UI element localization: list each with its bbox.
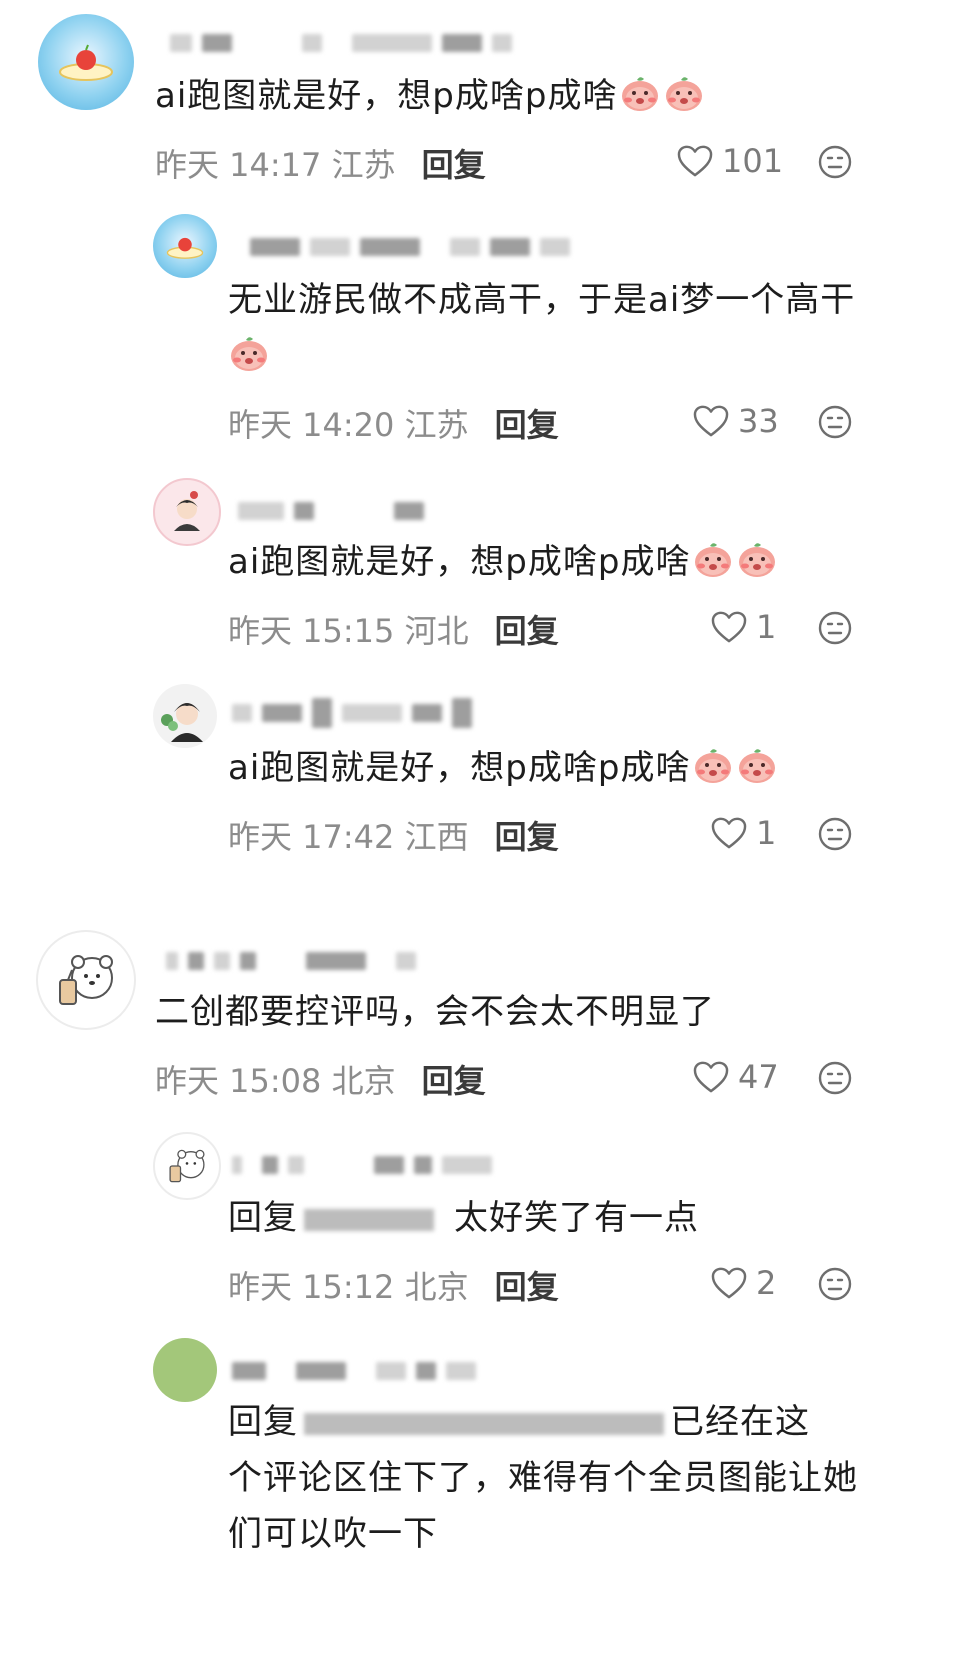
like-button[interactable]: 47 — [692, 1058, 779, 1096]
timestamp-location: 昨天 15:08 北京 — [155, 1062, 396, 1100]
like-count: 2 — [756, 1264, 777, 1302]
timestamp-location: 昨天 14:20 江苏 — [228, 406, 469, 444]
heart-outline-icon — [692, 1060, 730, 1094]
heart-outline-icon — [710, 816, 748, 850]
comment-2: 无业游民做不成高干，于是ai梦一个高干 昨天 14:20 江苏 回复 33 — [0, 200, 960, 460]
peach-mouth-emoji-icon — [663, 73, 705, 113]
reply-prefix: 回复 — [228, 1198, 298, 1238]
heart-outline-icon — [710, 610, 748, 644]
neutral-face-icon[interactable] — [817, 610, 853, 646]
reply-button[interactable]: 回复 — [495, 1262, 559, 1308]
reply-button[interactable]: 回复 — [495, 606, 559, 652]
apple-plate-avatar[interactable] — [153, 214, 217, 278]
peach-mouth-emoji-icon — [736, 745, 778, 785]
comment-text: 二创都要控评吗，会不会太不明显了 — [155, 992, 715, 1032]
comment-7: 回复 已经在这 个评论区住下了，难得有个全员图能让她 们可以吹一下 — [0, 1330, 960, 1659]
like-button[interactable]: 1 — [710, 814, 776, 852]
comment-meta: 昨天 15:08 北京 回复 — [155, 1056, 486, 1102]
comment-text: ai跑图就是好，想p成啥p成啥 — [228, 740, 778, 796]
apple-plate-avatar[interactable] — [38, 14, 134, 110]
comment-text: ai跑图就是好，想p成啥p成啥 — [155, 68, 705, 124]
like-count: 1 — [756, 814, 777, 852]
username-blurred[interactable] — [232, 698, 482, 728]
username-blurred[interactable] — [238, 498, 434, 524]
green-circle-avatar[interactable] — [153, 1338, 217, 1402]
username-blurred[interactable] — [232, 1152, 502, 1178]
timestamp-location: 昨天 15:12 北京 — [228, 1268, 469, 1306]
like-count: 1 — [756, 608, 777, 646]
comment-meta: 昨天 15:15 河北 回复 — [228, 606, 559, 652]
username-blurred[interactable] — [166, 948, 426, 974]
heart-outline-icon — [676, 144, 714, 178]
comment-text: 无业游民做不成高干，于是ai梦一个高干 — [228, 272, 888, 384]
peach-mouth-emoji-icon — [736, 539, 778, 579]
heart-outline-icon — [692, 404, 730, 438]
peach-mouth-emoji-icon — [228, 333, 270, 373]
peach-mouth-emoji-icon — [692, 539, 734, 579]
comment-6: 回复 太好笑了有一点 昨天 15:12 北京 回复 2 — [0, 1126, 960, 1326]
neutral-face-icon[interactable] — [817, 1060, 853, 1096]
anime-boy-avatar[interactable] — [153, 478, 221, 546]
mention-blurred[interactable] — [304, 1412, 664, 1435]
neutral-face-icon[interactable] — [817, 816, 853, 852]
mention-blurred[interactable] — [304, 1208, 434, 1231]
bear-boba-avatar[interactable] — [36, 930, 136, 1030]
neutral-face-icon[interactable] — [817, 1266, 853, 1302]
username-blurred[interactable] — [232, 1358, 486, 1384]
comment-meta: 昨天 17:42 江西 回复 — [228, 812, 559, 858]
like-button[interactable]: 1 — [710, 608, 776, 646]
reply-button[interactable]: 回复 — [495, 812, 559, 858]
reply-button[interactable]: 回复 — [495, 400, 559, 446]
timestamp-location: 昨天 15:15 河北 — [228, 612, 469, 650]
like-count: 47 — [738, 1058, 779, 1096]
comment-3: ai跑图就是好，想p成啥p成啥 昨天 15:15 河北 回复 1 — [0, 470, 960, 670]
comment-meta: 昨天 14:17 江苏 回复 — [155, 140, 486, 186]
reply-button[interactable]: 回复 — [422, 140, 486, 186]
anime-boy-avatar[interactable] — [153, 684, 217, 748]
username-blurred[interactable] — [250, 234, 580, 260]
comment-meta: 昨天 14:20 江苏 回复 — [228, 400, 559, 446]
comment-1: ai跑图就是好，想p成啥p成啥 昨天 14:17 江苏 回复 101 — [0, 0, 960, 200]
peach-mouth-emoji-icon — [619, 73, 661, 113]
comment-text: 回复 已经在这 个评论区住下了，难得有个全员图能让她 们可以吹一下 — [228, 1402, 858, 1554]
reply-button[interactable]: 回复 — [422, 1056, 486, 1102]
like-button[interactable]: 2 — [710, 1264, 776, 1302]
neutral-face-icon[interactable] — [817, 404, 853, 440]
like-count: 33 — [738, 402, 779, 440]
like-count: 101 — [722, 142, 784, 180]
comment-text: ai跑图就是好，想p成啥p成啥 — [228, 534, 778, 590]
reply-prefix: 回复 — [228, 1402, 298, 1442]
comment-4: ai跑图就是好，想p成啥p成啥 昨天 17:42 江西 回复 1 — [0, 676, 960, 876]
heart-outline-icon — [710, 1266, 748, 1300]
timestamp-location: 昨天 17:42 江西 — [228, 818, 469, 856]
comment-5: 二创都要控评吗，会不会太不明显了 昨天 15:08 北京 回复 47 — [0, 920, 960, 1120]
comment-text: 回复 太好笑了有一点 — [228, 1198, 699, 1238]
like-button[interactable]: 33 — [692, 402, 779, 440]
like-button[interactable]: 101 — [676, 142, 783, 180]
timestamp-location: 昨天 14:17 江苏 — [155, 146, 396, 184]
username-blurred[interactable] — [170, 30, 522, 56]
peach-mouth-emoji-icon — [692, 745, 734, 785]
neutral-face-icon[interactable] — [817, 144, 853, 180]
bear-boba-avatar[interactable] — [153, 1132, 221, 1200]
comment-meta: 昨天 15:12 北京 回复 — [228, 1262, 559, 1308]
